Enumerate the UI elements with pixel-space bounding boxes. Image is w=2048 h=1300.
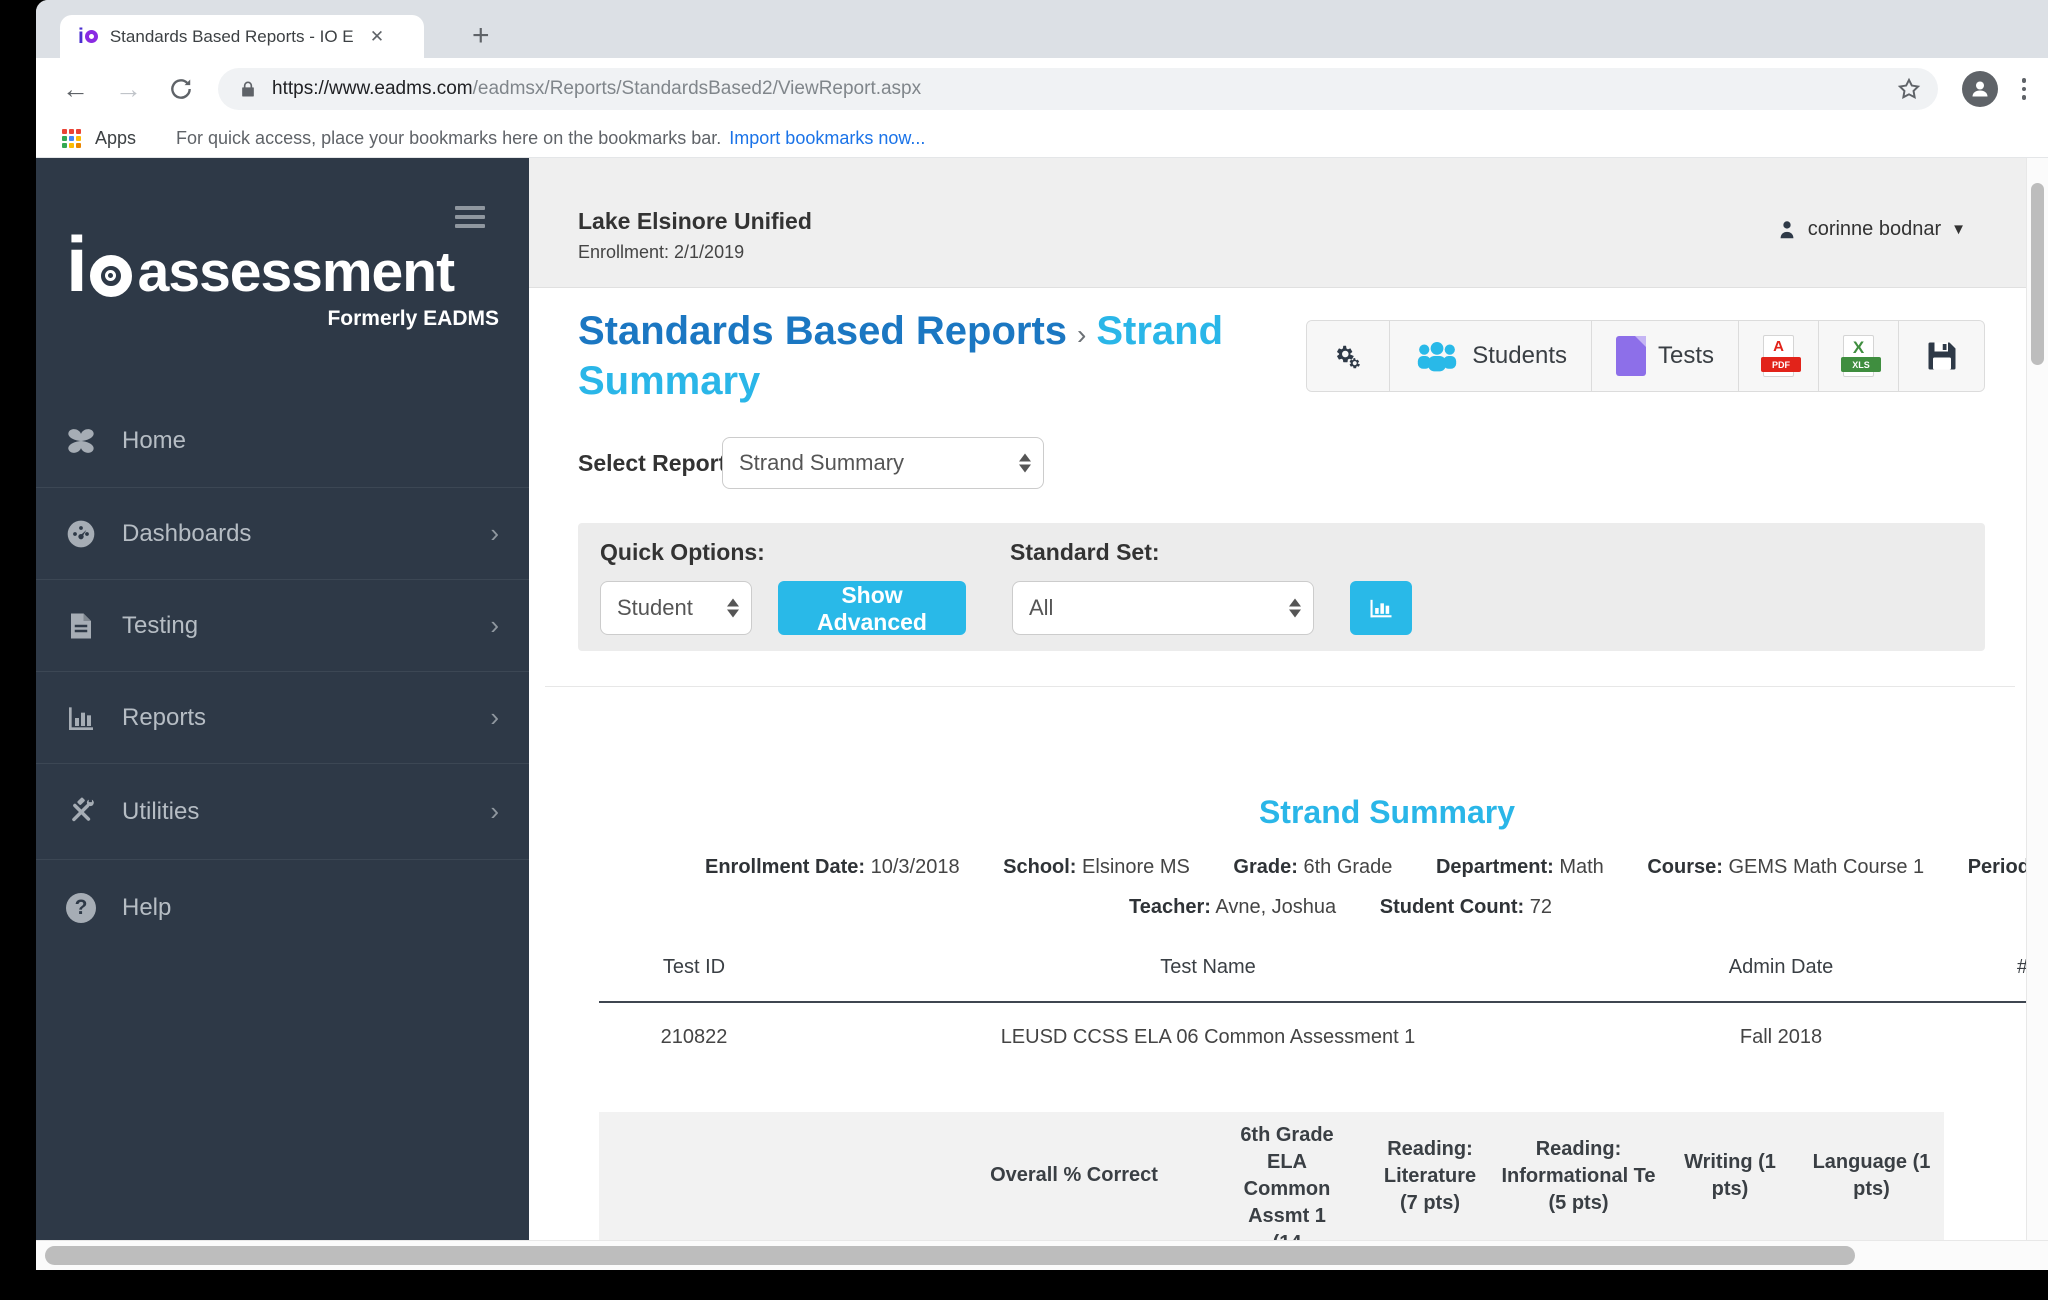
vertical-scrollbar-thumb[interactable]	[2031, 183, 2044, 365]
strand-column-assessment: 6th Grade ELA Common Assmt 1 (14	[1240, 1124, 1334, 1240]
sidebar-item-label: Help	[122, 893, 172, 921]
sidebar: i assessment Formerly EADMS Home Dashboa…	[36, 158, 529, 1240]
column-header-test-id: Test ID	[662, 956, 726, 978]
chevron-right-icon	[490, 702, 499, 733]
logo-o-icon	[89, 255, 132, 297]
butterfly-icon	[64, 424, 98, 458]
brand-tagline: Formerly EADMS	[327, 307, 499, 330]
strand-column-reading-literature: Reading: Literature (7 pts)	[1383, 1138, 1477, 1214]
main-content: Lake Elsinore Unified Enrollment: 2/1/20…	[529, 158, 2026, 1240]
tab-strip: i Standards Based Reports - IO E ✕ +	[36, 0, 2048, 58]
help-circle-icon: ?	[64, 891, 98, 925]
tests-table: Test ID Test Name Admin Date # T 210822 …	[599, 158, 2026, 1240]
cell-test-id: 210822	[660, 1026, 728, 1048]
tab-title: Standards Based Reports - IO E	[109, 26, 354, 46]
strand-column-language: Language (1 pts)	[1812, 1151, 1931, 1200]
bookmarks-hint: For quick access, place your bookmarks h…	[176, 128, 722, 148]
apps-label[interactable]: Apps	[95, 128, 136, 149]
sidebar-nav: Home Dashboards Testing	[36, 395, 529, 955]
sidebar-item-label: Utilities	[122, 797, 200, 825]
sidebar-item-label: Testing	[122, 611, 199, 639]
brand-logo: i assessment Formerly EADMS	[66, 224, 499, 331]
tools-icon	[64, 795, 98, 829]
chevron-right-icon	[490, 610, 499, 641]
io-favicon-icon: i	[78, 26, 98, 47]
browser-tab[interactable]: i Standards Based Reports - IO E ✕	[60, 15, 424, 58]
strand-column-reading-informational: Reading: Informational Te (5 pts)	[1501, 1138, 1656, 1214]
bar-chart-icon	[64, 701, 98, 735]
new-tab-button[interactable]: +	[472, 18, 490, 54]
import-bookmarks-link[interactable]: Import bookmarks now...	[729, 128, 925, 149]
cell-test-name: LEUSD CCSS ELA 06 Common Assessment 1	[1000, 1026, 1416, 1048]
sidebar-item-utilities[interactable]: Utilities	[36, 763, 529, 859]
document-icon	[64, 609, 98, 643]
reload-icon[interactable]	[168, 76, 194, 102]
browser-window: i Standards Based Reports - IO E ✕ + ← →…	[36, 0, 2048, 1270]
browser-menu-icon[interactable]	[2021, 78, 2026, 100]
url-domain: https://www.eadms.com	[272, 78, 473, 99]
sidebar-item-label: Home	[122, 427, 187, 454]
tab-close-icon[interactable]: ✕	[370, 27, 384, 47]
horizontal-scrollbar[interactable]	[36, 1240, 2048, 1270]
sidebar-item-help[interactable]: ? Help	[36, 859, 529, 955]
sidebar-item-label: Reports	[122, 703, 207, 731]
table-header-rule	[599, 1001, 2026, 1003]
strand-table-header: Overall % Correct 6th Grade ELA Common A…	[599, 1112, 1944, 1240]
address-bar[interactable]: https://www.eadms.com/eadmsx/Reports/Sta…	[218, 68, 1938, 110]
app-area: i assessment Formerly EADMS Home Dashboa…	[36, 158, 2048, 1240]
cell-admin-date: Fall 2018	[1739, 1026, 1823, 1048]
forward-icon[interactable]: →	[115, 75, 142, 103]
bookmarks-bar: Apps For quick access, place your bookma…	[36, 120, 2048, 158]
column-header-num: # T	[2017, 956, 2026, 979]
profile-avatar[interactable]	[1961, 71, 1998, 107]
url-path: /eadmsx/Reports/StandardsBased2/ViewRepo…	[472, 78, 922, 99]
horizontal-scrollbar-thumb[interactable]	[45, 1246, 1855, 1265]
vertical-scrollbar[interactable]	[2026, 158, 2048, 1240]
column-header-admin-date: Admin Date	[1728, 956, 1834, 978]
bookmark-star-icon[interactable]	[1896, 76, 1922, 102]
sidebar-item-reports[interactable]: Reports	[36, 671, 529, 763]
column-header-test-name: Test Name	[1160, 956, 1256, 978]
chevron-right-icon	[490, 796, 499, 827]
sidebar-item-testing[interactable]: Testing	[36, 579, 529, 671]
strand-column-overall: Overall % Correct	[990, 1164, 1158, 1186]
dashboard-gauge-icon	[64, 517, 98, 551]
screenshot-stage: i Standards Based Reports - IO E ✕ + ← →…	[0, 0, 2048, 1300]
strand-column-writing: Writing (1 pts)	[1684, 1151, 1776, 1200]
url-text: https://www.eadms.com/eadmsx/Reports/Sta…	[272, 78, 1896, 100]
lock-icon	[242, 81, 254, 97]
apps-grid-icon[interactable]	[62, 129, 81, 148]
back-icon[interactable]: ←	[62, 75, 89, 103]
logo-text: assessment	[137, 240, 455, 304]
logo-i: i	[66, 220, 88, 308]
chevron-right-icon	[490, 518, 499, 549]
sidebar-item-dashboards[interactable]: Dashboards	[36, 487, 529, 579]
browser-toolbar: ← → https://www.eadms.com/eadmsx/Reports…	[36, 58, 2048, 120]
sidebar-item-label: Dashboards	[122, 519, 252, 547]
sidebar-item-home[interactable]: Home	[36, 395, 529, 487]
